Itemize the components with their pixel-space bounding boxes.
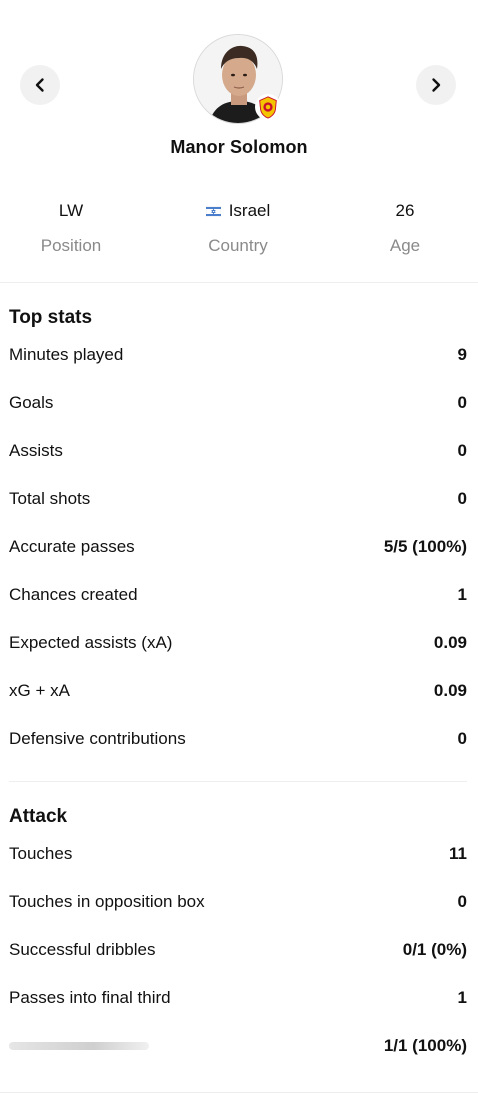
stat-row-assists: Assists 0 xyxy=(9,427,467,475)
israel-flag-icon xyxy=(205,205,221,217)
stat-value: 0 xyxy=(457,393,467,412)
stat-value: 0/1 (0%) xyxy=(402,940,467,959)
stat-row-defensive-contributions: Defensive contributions 0 xyxy=(9,715,467,763)
stat-value: 0 xyxy=(457,729,467,748)
age-info: 26 Age xyxy=(325,200,478,256)
stat-label: Defensive contributions xyxy=(9,729,186,748)
stat-value: 5/5 (100%) xyxy=(383,537,467,556)
stat-row-total-shots: Total shots 0 xyxy=(9,475,467,523)
stat-label: Total shots xyxy=(9,489,91,508)
player-name: Manor Solomon xyxy=(170,137,308,157)
stat-row-touches: Touches 11 xyxy=(9,830,467,878)
stat-label: Successful dribbles xyxy=(9,940,156,959)
country-value-wrap: Israel xyxy=(158,200,318,222)
stat-label: Passes into final third xyxy=(9,988,171,1007)
country-info: Israel Country xyxy=(158,200,318,256)
position-value: LW xyxy=(58,201,84,220)
stat-label: Touches in opposition box xyxy=(9,892,205,911)
section-title-attack: Attack xyxy=(9,806,68,827)
top-stats-section: Top stats Minutes played 9 Goals 0 Assis… xyxy=(0,283,478,782)
stat-value: 9 xyxy=(457,345,467,364)
stat-row-touches-in-opposition-box: Touches in opposition box 0 xyxy=(9,878,467,926)
stat-row-successful-dribbles: Successful dribbles 0/1 (0%) xyxy=(9,926,467,974)
obscured-stat-label xyxy=(9,1042,149,1050)
club-crest-icon xyxy=(255,94,281,120)
stat-label: xG + xA xyxy=(9,681,70,700)
previous-player-button[interactable] xyxy=(20,65,60,105)
position-info: LW Position xyxy=(0,200,151,256)
stat-value: 0.09 xyxy=(433,633,467,652)
age-value: 26 xyxy=(395,201,415,220)
position-label: Position xyxy=(40,236,102,255)
stat-value: 1 xyxy=(457,988,467,1007)
top-stats-list: Minutes played 9 Goals 0 Assists 0 Total… xyxy=(9,331,467,763)
stat-row-expected-assists: Expected assists (xA) 0.09 xyxy=(9,619,467,667)
stat-row-obscured: 1/1 (100%) xyxy=(9,1022,467,1070)
stat-value: 0 xyxy=(457,892,467,911)
stat-row-xg-plus-xa: xG + xA 0.09 xyxy=(9,667,467,715)
stat-row-minutes-played: Minutes played 9 xyxy=(9,331,467,379)
player-info-row: LW Position Israel Country 26 Age xyxy=(0,180,478,283)
stat-row-accurate-passes: Accurate passes 5/5 (100%) xyxy=(9,523,467,571)
stat-row-goals: Goals 0 xyxy=(9,379,467,427)
attack-stats-list: Touches 11 Touches in opposition box 0 S… xyxy=(9,830,467,1070)
stat-label: Expected assists (xA) xyxy=(9,633,173,652)
stat-value: 1 xyxy=(457,585,467,604)
player-avatar-container xyxy=(193,34,283,124)
chevron-left-icon xyxy=(35,78,44,92)
stat-value: 0.09 xyxy=(433,681,467,700)
attack-section: Attack Touches 11 Touches in opposition … xyxy=(0,782,478,1070)
stat-row-chances-created: Chances created 1 xyxy=(9,571,467,619)
stat-value: 1/1 (100%) xyxy=(383,1036,467,1055)
stat-label: Minutes played xyxy=(9,345,124,364)
stat-value: 0 xyxy=(457,489,467,508)
section-title-top-stats: Top stats xyxy=(9,307,93,328)
country-value: Israel xyxy=(228,201,271,220)
stat-value: 0 xyxy=(457,441,467,460)
next-player-button[interactable] xyxy=(416,65,456,105)
stat-label: Touches xyxy=(9,844,73,863)
stat-value: 11 xyxy=(449,844,467,863)
stat-label: Chances created xyxy=(9,585,138,604)
age-label: Age xyxy=(389,236,421,255)
stat-label: Goals xyxy=(9,393,54,412)
stat-label: Accurate passes xyxy=(9,537,135,556)
country-label: Country xyxy=(208,236,268,255)
bottom-divider xyxy=(0,1092,478,1093)
stat-label: Assists xyxy=(9,441,63,460)
player-header: Manor Solomon xyxy=(0,0,478,180)
stat-row-passes-into-final-third: Passes into final third 1 xyxy=(9,974,467,1022)
chevron-right-icon xyxy=(432,78,441,92)
